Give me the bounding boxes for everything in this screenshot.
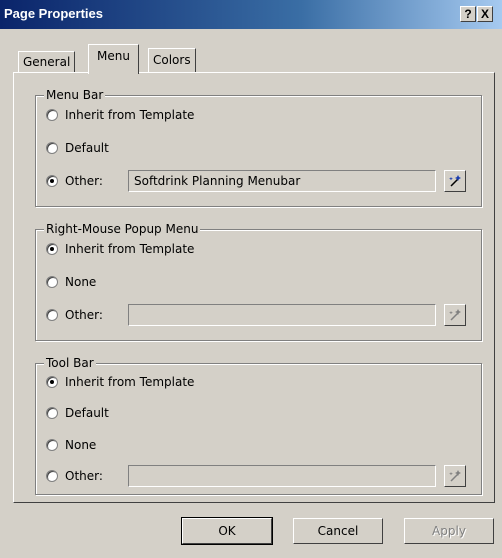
toolbar-inherit-radio[interactable] <box>46 376 58 388</box>
radio-label: Inherit from Template <box>65 108 195 122</box>
menu-bar-inherit-radio[interactable] <box>46 109 58 121</box>
menu-bar-legend: Menu Bar <box>44 88 106 102</box>
tab-general[interactable]: General <box>18 51 76 72</box>
wand-icon <box>449 309 461 321</box>
radio-label: Other: <box>65 174 103 188</box>
popup-menu-legend: Right-Mouse Popup Menu <box>44 222 201 236</box>
radio-label: Inherit from Template <box>65 375 195 389</box>
popup-inherit-radio[interactable] <box>46 243 58 255</box>
tab-colors[interactable]: Colors <box>148 48 196 72</box>
radio-label: None <box>65 275 97 289</box>
menu-tab-panel: Menu Bar Inherit from Template Default O… <box>13 72 495 503</box>
popup-none-radio[interactable] <box>46 276 58 288</box>
menu-bar-other-radio[interactable] <box>46 175 58 187</box>
toolbar-none-option[interactable]: None <box>46 437 96 453</box>
menu-bar-default-radio[interactable] <box>46 142 58 154</box>
toolbar-other-field <box>128 465 436 487</box>
apply-button: Apply <box>404 518 494 544</box>
menu-bar-inherit-option[interactable]: Inherit from Template <box>46 107 194 123</box>
toolbar-other-radio[interactable] <box>46 470 58 482</box>
popup-other-radio[interactable] <box>46 309 58 321</box>
popup-browse-button <box>444 304 466 326</box>
radio-label: None <box>65 438 97 452</box>
help-button[interactable]: ? <box>460 6 476 22</box>
close-button[interactable]: X <box>477 6 493 22</box>
tab-menu[interactable]: Menu <box>88 44 139 74</box>
toolbar-other-option[interactable]: Other: <box>46 468 103 484</box>
menu-bar-default-option[interactable]: Default <box>46 140 109 156</box>
toolbar-browse-button <box>444 465 466 487</box>
toolbar-default-option[interactable]: Default <box>46 405 109 421</box>
popup-none-option[interactable]: None <box>46 274 96 290</box>
wand-icon <box>449 470 461 482</box>
menu-bar-browse-button[interactable] <box>444 170 466 192</box>
menu-bar-other-field[interactable]: Softdrink Planning Menubar <box>128 170 436 192</box>
tool-bar-group: Tool Bar Inherit from Template Default N… <box>35 356 482 495</box>
radio-label: Inherit from Template <box>65 242 195 256</box>
cancel-button[interactable]: Cancel <box>293 518 383 544</box>
popup-other-option[interactable]: Other: <box>46 307 103 323</box>
menu-bar-group: Menu Bar Inherit from Template Default O… <box>35 88 482 207</box>
popup-menu-group: Right-Mouse Popup Menu Inherit from Temp… <box>35 222 482 341</box>
radio-label: Default <box>65 141 109 155</box>
tool-bar-legend: Tool Bar <box>44 356 96 370</box>
toolbar-none-radio[interactable] <box>46 439 58 451</box>
radio-label: Default <box>65 406 109 420</box>
radio-label: Other: <box>65 469 103 483</box>
popup-inherit-option[interactable]: Inherit from Template <box>46 241 194 257</box>
popup-other-field <box>128 304 436 326</box>
wand-icon <box>449 175 461 187</box>
toolbar-default-radio[interactable] <box>46 407 58 419</box>
window-title: Page Properties <box>4 6 103 21</box>
title-bar[interactable]: Page Properties ? X <box>0 0 502 29</box>
menu-bar-other-option[interactable]: Other: <box>46 173 103 189</box>
toolbar-inherit-option[interactable]: Inherit from Template <box>46 374 194 390</box>
radio-label: Other: <box>65 308 103 322</box>
ok-button[interactable]: OK <box>181 517 273 545</box>
